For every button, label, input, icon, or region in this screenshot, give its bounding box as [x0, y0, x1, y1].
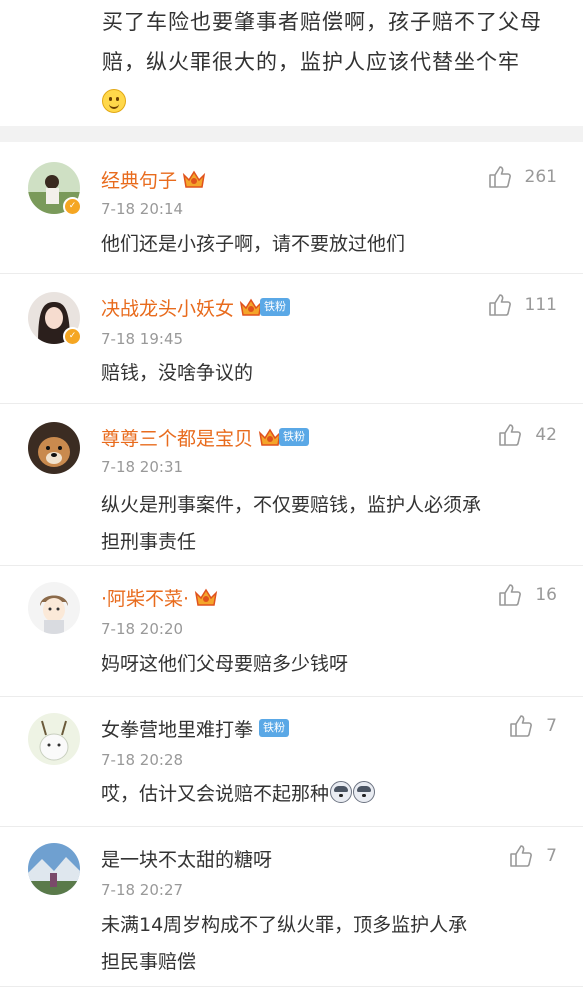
post-text: 买了车险也要肇事者赔偿啊，孩子赔不了父母赔，纵火罪很大的，监护人应该代替坐个牢: [102, 10, 542, 74]
vip-crown-icon: [182, 170, 206, 188]
comment-text: 哎，估计又会说赔不起那种: [101, 783, 330, 805]
vip-crown-icon: [194, 588, 218, 606]
fan-badge: 铁粉: [260, 298, 291, 316]
timestamp: 7-18 19:45: [101, 330, 184, 348]
thumbs-up-icon: [488, 294, 511, 316]
smile-emoji-icon: [102, 89, 126, 113]
like-count: 42: [535, 425, 557, 445]
username[interactable]: 尊尊三个都是宝贝: [101, 424, 253, 451]
thumbs-up-icon: [510, 715, 533, 737]
husky-emoji-icon: [353, 781, 376, 803]
fan-badge: 铁粉: [259, 719, 290, 737]
like-count: 7: [546, 716, 557, 736]
like-count: 16: [535, 585, 557, 605]
timestamp: 7-18 20:14: [101, 200, 184, 218]
like-button[interactable]: 7: [508, 843, 557, 869]
comment-item: 女拳营地里难打拳 铁粉 7-18 20:28 哎，估计又会说赔不起那种 7: [0, 697, 583, 827]
thumbs-up-icon: [499, 584, 522, 606]
comment-text-cont: 担刑事责任: [101, 531, 197, 553]
like-button[interactable]: 7: [508, 713, 557, 739]
verified-badge-icon: ✓: [63, 327, 82, 346]
avatar[interactable]: [28, 422, 80, 474]
username[interactable]: ·阿柴不菜·: [101, 584, 189, 611]
timestamp: 7-18 20:31: [101, 458, 184, 476]
section-divider: [0, 126, 583, 142]
thumbs-up-icon: [499, 424, 522, 446]
avatar[interactable]: [28, 582, 80, 634]
husky-emoji-icon: [330, 781, 353, 803]
comment-text: 赔钱，没啥争议的: [101, 362, 254, 384]
avatar[interactable]: [28, 713, 80, 765]
username[interactable]: 经典句子: [101, 166, 177, 193]
comment-text: 未满14周岁构成不了纵火罪，顶多监护人承: [101, 914, 468, 936]
avatar[interactable]: ✓: [28, 162, 82, 216]
verified-badge-icon: ✓: [63, 197, 82, 216]
comment-item: ·阿柴不菜· 7-18 20:20 妈呀这他们父母要赔多少钱呀 16: [0, 566, 583, 697]
comment-item: ✓ 经典句子 7-18 20:14 他们还是小孩子啊，请不要放过他们 261: [0, 142, 583, 274]
like-button[interactable]: 111: [487, 292, 557, 318]
username[interactable]: 女拳营地里难打拳: [101, 715, 253, 742]
comment-item: 尊尊三个都是宝贝 铁粉 7-18 20:31 纵火是刑事案件，不仅要赔钱，监护人…: [0, 404, 583, 566]
like-button[interactable]: 42: [497, 422, 557, 448]
username[interactable]: 是一块不太甜的糖呀: [101, 845, 272, 872]
thumbs-up-icon: [488, 166, 511, 188]
username[interactable]: 决战龙头小妖女: [101, 294, 234, 321]
post-tail: 买了车险也要肇事者赔偿啊，孩子赔不了父母赔，纵火罪很大的，监护人应该代替坐个牢: [0, 0, 583, 126]
comment-item: ✓ 决战龙头小妖女 铁粉 7-18 19:45 赔钱，没啥争议的 111: [0, 274, 583, 404]
comment-text: 妈呀这他们父母要赔多少钱呀: [101, 653, 349, 675]
like-count: 7: [546, 846, 557, 866]
timestamp: 7-18 20:27: [101, 881, 184, 899]
like-count: 111: [524, 295, 557, 315]
avatar[interactable]: [28, 843, 80, 895]
avatar[interactable]: ✓: [28, 292, 82, 346]
like-button[interactable]: 16: [497, 582, 557, 608]
timestamp: 7-18 20:20: [101, 620, 184, 638]
fan-badge: 铁粉: [279, 428, 310, 446]
comment-text: 他们还是小孩子啊，请不要放过他们: [101, 233, 406, 255]
comment-text: 纵火是刑事案件，不仅要赔钱，监护人必须承: [101, 494, 482, 516]
timestamp: 7-18 20:28: [101, 751, 184, 769]
like-count: 261: [524, 167, 557, 187]
comment-item: 是一块不太甜的糖呀 7-18 20:27 未满14周岁构成不了纵火罪，顶多监护人…: [0, 827, 583, 987]
like-button[interactable]: 261: [487, 164, 557, 190]
comment-text-cont: 担民事赔偿: [101, 951, 197, 973]
thumbs-up-icon: [510, 845, 533, 867]
